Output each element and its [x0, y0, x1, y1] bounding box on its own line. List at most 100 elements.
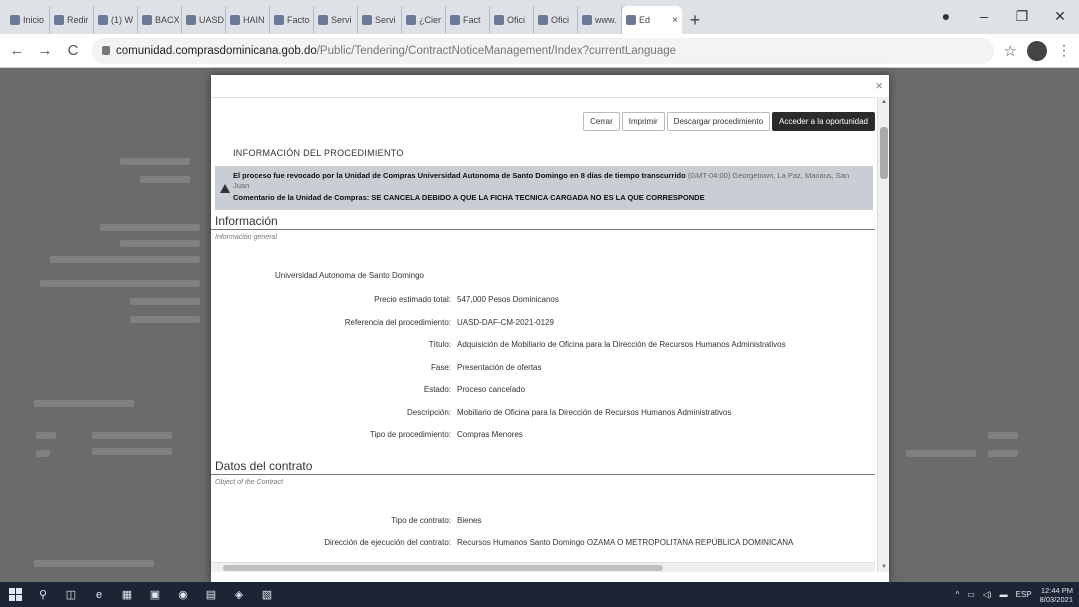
bg-text-line — [40, 280, 200, 287]
browser-tab[interactable]: Servi — [314, 6, 358, 34]
close-button[interactable]: Cerrar — [583, 112, 620, 131]
field-label: Referencia del procedimiento: — [344, 317, 451, 327]
field-label: Descripción: — [406, 407, 451, 417]
network-icon[interactable]: ▭ — [967, 590, 975, 599]
info-subheading: Información general — [215, 234, 277, 241]
browser-tab[interactable]: Servi — [358, 6, 402, 34]
app-icon[interactable]: ◈ — [232, 588, 246, 602]
vertical-scrollbar[interactable]: ▲ ▼ — [877, 97, 889, 572]
bg-text-line — [36, 432, 56, 439]
tab-favicon-icon — [450, 15, 460, 25]
browser-tab[interactable]: Fact — [446, 6, 490, 34]
field-label: Dirección de ejecución del contrato: — [324, 538, 451, 547]
field-value: Recursos Humanos Santo Domingo OZAMA O M… — [457, 538, 794, 547]
browser-tab[interactable]: BACX — [138, 6, 182, 34]
field-label: Fase: — [430, 362, 451, 372]
clock[interactable]: 12:44 PM 8/03/2021 — [1040, 586, 1073, 604]
tab-favicon-icon — [10, 15, 20, 25]
close-tab-icon[interactable]: × — [672, 15, 678, 26]
tab-active[interactable]: Ed × — [622, 6, 682, 34]
profile-dot-icon[interactable]: ● — [927, 4, 965, 28]
minimize-button[interactable]: – — [965, 4, 1003, 28]
browser-tab[interactable]: ¿Cier — [402, 6, 446, 34]
tab-favicon-icon — [494, 15, 504, 25]
back-arrow-icon[interactable]: ← — [8, 42, 26, 59]
modal-content: Cerrar Imprimir Descargar procedimiento … — [211, 97, 875, 572]
url-path: /Public/Tendering/ContractNoticeManageme… — [316, 44, 677, 57]
bg-text-line — [988, 450, 1018, 457]
field-row: Descripción: Mobiliario de Oficina para l… — [211, 408, 875, 417]
tab-favicon-icon — [318, 15, 328, 25]
scroll-down-icon[interactable]: ▼ — [878, 564, 889, 570]
tab-favicon-icon — [230, 15, 240, 25]
bg-text-line — [140, 176, 190, 183]
scrollbar-thumb[interactable] — [223, 565, 663, 571]
keyboard-icon[interactable]: ▬ — [1000, 590, 1008, 599]
divider — [211, 474, 875, 475]
avatar[interactable] — [1027, 40, 1047, 61]
windows-start-icon[interactable] — [8, 587, 22, 602]
close-icon[interactable]: × — [875, 78, 883, 93]
bookmark-star-icon[interactable]: ☆ — [1004, 42, 1017, 60]
tab-favicon-icon — [538, 15, 548, 25]
menu-dots-icon[interactable]: ⋮ — [1057, 42, 1071, 59]
field-value: Presentación de ofertas — [457, 362, 542, 372]
tab-favicon-icon — [362, 15, 372, 25]
address-bar[interactable]: comunidad.comprasdominicana.gob.do/Publi… — [92, 37, 994, 64]
browser-tab[interactable]: HAIN — [226, 6, 270, 34]
field-value: 547,000 Pesos Dominicanos — [457, 295, 559, 304]
horizontal-scrollbar[interactable] — [211, 562, 875, 572]
browser-tab[interactable]: Ofici — [534, 6, 578, 34]
chrome-icon[interactable]: ◉ — [176, 588, 190, 602]
bg-text-line — [92, 448, 172, 455]
field-row: Referencia del procedimiento: UASD-DAF-CM… — [211, 318, 875, 327]
procedure-info-modal: × Cerrar Imprimir Descargar procedimient… — [211, 75, 889, 582]
print-button[interactable]: Imprimir — [621, 112, 665, 131]
field-label: Título: — [428, 340, 451, 349]
tab-favicon-icon — [54, 15, 64, 25]
task-view-icon[interactable]: ◫ — [64, 588, 78, 602]
tab-title: BACX — [155, 15, 180, 25]
volume-icon[interactable]: ◁) — [983, 590, 992, 599]
scroll-up-icon[interactable]: ▲ — [878, 99, 889, 105]
tab-title: Ed — [639, 15, 651, 25]
bg-text-line — [988, 432, 1018, 439]
tab-favicon-icon — [406, 15, 416, 25]
entity-name: Universidad Autonoma de Santo Domingo — [275, 271, 424, 280]
file-explorer-icon[interactable]: ▣ — [148, 588, 162, 602]
tab-title: www. — [595, 15, 617, 25]
search-icon[interactable]: ⚲ — [36, 588, 50, 602]
scrollbar-thumb[interactable] — [880, 127, 888, 179]
contract-subheading: Object of the Contract — [215, 479, 284, 486]
system-tray: ^ ▭ ◁) ▬ ESP 12:44 PM 8/03/2021 — [955, 586, 1079, 604]
browser-tab[interactable]: Facto — [270, 6, 314, 34]
tab-title: Ofici — [507, 15, 525, 25]
download-procedure-button[interactable]: Descargar procedimiento — [666, 112, 771, 131]
tab-title: Facto — [287, 15, 310, 25]
browser-tab[interactable]: UASD — [182, 6, 226, 34]
browser-tab[interactable]: www. — [578, 6, 622, 34]
browser-tab[interactable]: (1) W — [94, 6, 138, 34]
field-value: Bienes — [457, 516, 482, 525]
browser-tab[interactable]: Ofici — [490, 6, 534, 34]
edge-icon[interactable]: e — [92, 588, 106, 602]
maximize-button[interactable]: ❐ — [1003, 4, 1041, 28]
reload-icon[interactable]: C — [64, 42, 82, 59]
field-label: Tipo de procedimiento: — [369, 430, 451, 439]
browser-tab[interactable]: Redir — [50, 6, 94, 34]
app-icon[interactable]: ▤ — [204, 588, 218, 602]
revocation-warning: El proceso fue revocado por la Unidad de… — [215, 166, 873, 210]
language-indicator[interactable]: ESP — [1016, 590, 1032, 599]
bg-text-line — [130, 298, 200, 305]
forward-arrow-icon[interactable]: → — [36, 42, 54, 59]
store-icon[interactable]: ▦ — [120, 588, 134, 602]
field-row: Título: Adquisición de Mobiliario de Ofic… — [211, 340, 875, 349]
page-title: INFORMACIÓN DEL PROCEDIMIENTO — [233, 148, 404, 158]
new-tab-button[interactable]: + — [682, 6, 708, 34]
access-opportunity-button[interactable]: Acceder a la oportunidad — [772, 112, 875, 131]
close-window-button[interactable]: ✕ — [1041, 4, 1079, 28]
browser-tab[interactable]: Inicio — [6, 6, 50, 34]
field-row: Estado: Proceso cancelado — [211, 385, 875, 394]
excel-icon[interactable]: ▧ — [260, 588, 274, 602]
chevron-up-icon[interactable]: ^ — [955, 590, 959, 599]
